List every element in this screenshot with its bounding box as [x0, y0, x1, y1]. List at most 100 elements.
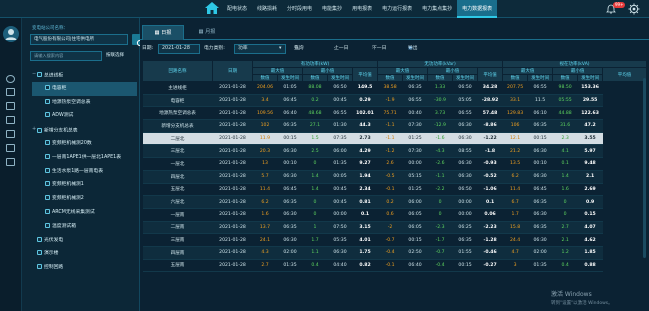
group-header: 有功功率(kW): [251, 60, 379, 68]
checkbox[interactable]: [45, 98, 50, 104]
date-input[interactable]: 2021-01-28: [158, 44, 200, 54]
table-cell: 05:55: [552, 94, 578, 108]
nav-item[interactable]: 电力集点集抄: [417, 0, 457, 18]
table-row[interactable]: 五层北 2021-01-28 11.4 06:45 1.4 00:45 2.34 -0.1 01…: [142, 183, 647, 197]
tool-icon[interactable]: [6, 158, 15, 166]
left-icon-bar: [0, 18, 22, 311]
chart-icon[interactable]: [6, 102, 15, 110]
tree-node[interactable]: 控制回路: [32, 261, 137, 275]
edit-icon[interactable]: [6, 144, 15, 152]
report-tabs: ▦ 日报 ▦ 月报: [140, 23, 649, 40]
table-cell: 31.6: [552, 119, 578, 133]
tree-node[interactable]: 温度测试箱: [32, 220, 137, 234]
table-cell: 06:50: [327, 81, 353, 95]
company-select[interactable]: 电气股份有限公司|住宅供电所: [30, 34, 128, 45]
tree-node[interactable]: 地源热泵空调总表: [32, 96, 137, 110]
avatar[interactable]: [3, 26, 19, 42]
checkbox[interactable]: [45, 139, 50, 145]
checkbox[interactable]: [45, 208, 50, 214]
table-row[interactable]: 二层南 2021-01-28 13.7 06:35 1 07:50 3.15 -2 06:05-…: [142, 221, 647, 235]
checkbox[interactable]: [45, 181, 50, 187]
table-cell: 11.4: [252, 183, 278, 197]
nav-item[interactable]: 电力运行报表: [377, 0, 417, 18]
report-table-wrap[interactable]: 回路名称 日期 有功功率(kW) 无功功率(kVar) 视在功率(kVA) 最大值 最小值平…: [142, 60, 647, 311]
tree-node[interactable]: 变频柜机械测20数: [32, 137, 137, 151]
table-cell: 0: [552, 195, 578, 209]
tree-node[interactable]: − 总进线柜: [32, 68, 137, 82]
nav-item[interactable]: 用电报表: [347, 0, 377, 18]
table-row[interactable]: 一层北 2021-01-28 13 00:10 0 01:35 9.27 2.6 00:00 -2…: [142, 157, 647, 171]
tab-monthly[interactable]: ▦ 月报: [186, 25, 228, 40]
table-row[interactable]: 新增分支机总表 2021-01-28 102 06:35 27.1 01:30 44.3 -1…: [142, 119, 647, 133]
tree-node[interactable]: ADW测试: [32, 109, 137, 123]
table-row[interactable]: 五层南 2021-01-28 2.7 01:35 0.4 04:40 0.82 -0.1 06:…: [142, 259, 647, 273]
gear-icon[interactable]: [628, 3, 640, 15]
table-row[interactable]: 一层南 2021-01-28 1.6 06:30 0 00:00 0.1 0.6 06:05 0 0…: [142, 208, 647, 222]
table-cell: 07:30: [402, 144, 428, 159]
checkbox[interactable]: [37, 264, 42, 270]
checkbox[interactable]: [37, 72, 42, 78]
nav-item[interactable]: 配电状态: [222, 0, 252, 18]
checkbox[interactable]: [45, 222, 50, 228]
alarm-icon[interactable]: [6, 130, 15, 138]
table-row[interactable]: 二层北 2021-01-28 11.9 00:15 1.5 07:35 2.73 -1.1 01…: [142, 132, 647, 146]
tree-search-input[interactable]: 请输入搜索内容: [30, 51, 102, 61]
table-row[interactable]: 地源热泵空调总表 2021-01-28 109.56 06:40 48.68 06:55 1…: [142, 106, 647, 121]
checkbox[interactable]: [37, 250, 42, 256]
table-row[interactable]: 电容柜 2021-01-28 3.4 06:45 0.2 00:45 0.29 -1.9 06:…: [142, 94, 647, 108]
table-cell: 11.5: [527, 94, 553, 108]
checkbox[interactable]: [45, 195, 50, 201]
nav-item[interactable]: 电能集抄: [317, 0, 347, 18]
table-cell: 3.73: [427, 106, 453, 121]
table-cell: 102: [252, 119, 278, 133]
table-scrollbar[interactable]: [643, 78, 646, 258]
date-label: 日期:: [142, 46, 154, 51]
leaf-header-value: 数值: [552, 74, 579, 82]
row-name: 一层北: [142, 157, 213, 171]
tree-node[interactable]: 光伏发电: [32, 234, 137, 248]
tree-node[interactable]: 生活水泵1路一层南电表: [32, 165, 137, 179]
table-cell: 2021-01-28: [212, 259, 253, 273]
nav-item[interactable]: 电力数据报表: [457, 0, 498, 18]
table-row[interactable]: 四层南 2021-01-28 4.3 02:00 1.1 06:30 1.75 -0.4 02:…: [142, 246, 647, 260]
table-cell: 0.15: [577, 208, 603, 222]
group-header: 无功功率(kVar): [377, 60, 504, 68]
checkbox[interactable]: [45, 84, 50, 90]
checkbox[interactable]: [37, 236, 42, 242]
tree-node[interactable]: ARCM无线采集测试: [32, 206, 137, 220]
tree-node[interactable]: 一层南1APE1供一层北1APE1表: [32, 151, 137, 165]
table-row[interactable]: 四层北 2021-01-28 5.7 06:30 1.4 00:05 1.94 -0.5 05:…: [142, 170, 647, 184]
row-name: 一层南: [142, 208, 213, 222]
table-cell: -1.1: [377, 132, 403, 146]
nav-item[interactable]: 线路损耗: [252, 0, 282, 18]
table-cell: 05:35: [327, 233, 353, 247]
table-cell: 1: [302, 221, 328, 235]
overview-icon[interactable]: [6, 88, 15, 96]
table-row[interactable]: 主进线柜 2021-01-28 204.06 01:05 88.08 06:50 149.5…: [142, 81, 647, 95]
monitor-icon[interactable]: [6, 75, 15, 83]
table-row[interactable]: 六层北 2021-01-28 6.2 06:35 0 00:45 0.81 0.2 06:00 0…: [142, 195, 647, 209]
table-cell: 2021-01-28: [212, 246, 253, 260]
tree-node[interactable]: 变频柜机械测2: [32, 192, 137, 206]
table-row[interactable]: 三层北 2021-01-28 20.3 06:30 2.5 06:00 4.29 -1.2 07…: [142, 144, 647, 159]
type-label: 电力类别:: [204, 46, 225, 51]
checkbox[interactable]: [45, 167, 50, 173]
table-cell: -1.7: [427, 233, 453, 247]
checkbox[interactable]: [37, 127, 42, 133]
nav-item[interactable]: 分时段用电: [282, 0, 317, 18]
tree-node[interactable]: + 新增分支机总表: [32, 123, 137, 137]
tree-node[interactable]: 电容柜: [32, 81, 137, 96]
home-icon[interactable]: [205, 2, 219, 14]
tree-node[interactable]: 变频柜机械测1: [32, 178, 137, 192]
report-icon[interactable]: [6, 116, 15, 124]
table-row[interactable]: 三层南 2021-01-28 24.1 06:30 1.7 05:35 4.01 -0.7 00…: [142, 233, 647, 247]
checkbox[interactable]: [45, 112, 50, 118]
tab-daily[interactable]: ▦ 日报: [142, 25, 184, 40]
checkbox[interactable]: [45, 153, 50, 159]
leaf-header-value: 数值: [302, 74, 328, 82]
tree-node-label: 变频柜机械测2: [52, 196, 84, 202]
tree-select-mode[interactable]: 按联选择: [106, 51, 124, 61]
tree-node[interactable]: 演示楼: [32, 247, 137, 261]
type-select[interactable]: 功率 ▾: [234, 44, 286, 54]
table-cell: 00:05: [327, 170, 353, 184]
